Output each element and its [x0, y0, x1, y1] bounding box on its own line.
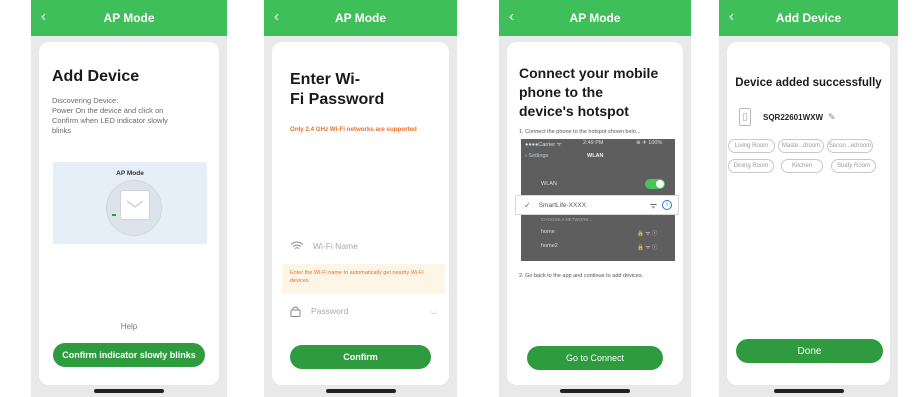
- info-icon: i: [662, 200, 672, 210]
- step-one-text: 1. Connect the phone to the hotspot show…: [519, 129, 641, 135]
- device-illustration: AP Mode: [53, 162, 207, 244]
- room-chip-kitchen[interactable]: Kitchen: [781, 159, 823, 173]
- instruction-line: Discovering Device:: [52, 96, 119, 105]
- password-placeholder: Password: [311, 306, 349, 316]
- top-bar: ‹ AP Mode: [499, 0, 691, 36]
- home-indicator: [94, 389, 164, 393]
- home-indicator: [773, 389, 844, 393]
- content-card: Device added successfully SQR22601WXW ✎ …: [727, 42, 890, 385]
- edit-pencil-icon[interactable]: ✎: [828, 112, 836, 123]
- wlan-toggle-knob: [656, 180, 664, 188]
- screen-connect-hotspot: ‹ AP Mode Connect your mobile phone to t…: [499, 0, 691, 397]
- network-home2-signal-icon: 🔒 ᯤ ⓘ: [637, 245, 658, 251]
- warning-text: Only 2.4 GHz Wi-Fi networks are supporte…: [290, 126, 417, 133]
- choose-network-label: CHOOSE A NETWORK...: [541, 217, 593, 222]
- page-heading: Connect your mobile phone to the device'…: [519, 64, 658, 121]
- password-field[interactable]: Password ◡: [290, 303, 437, 319]
- page-heading: Device added successfully: [735, 77, 882, 89]
- heading-line: Connect your mobile: [519, 65, 659, 81]
- heading-line: Enter Wi-: [290, 71, 361, 88]
- home-indicator: [325, 389, 396, 393]
- confirm-button[interactable]: Confirm: [290, 345, 431, 369]
- device-circle-icon: [106, 180, 162, 236]
- instruction-line: blinks: [52, 126, 72, 135]
- network-home2: home2: [541, 243, 558, 249]
- device-name: SQR22601WXW: [763, 112, 824, 122]
- device-box-icon: [120, 190, 150, 220]
- top-bar: ‹ AP Mode: [31, 0, 227, 36]
- room-chip-master-bedroom[interactable]: Maste...droom: [778, 139, 824, 153]
- hotspot-network-name: SmartLife-XXXX: [538, 201, 587, 209]
- done-button[interactable]: Done: [736, 339, 883, 363]
- room-chip-living-room[interactable]: Living Room: [728, 139, 775, 153]
- home-indicator: [560, 389, 630, 393]
- status-time: 2:49 PM: [583, 140, 604, 146]
- room-chip-second-bedroom[interactable]: Secon...edroom: [827, 139, 873, 153]
- back-chevron-icon[interactable]: ‹: [274, 8, 279, 25]
- instruction-text: Discovering Device: Power On the device …: [52, 96, 217, 136]
- wifi-hint-box: Enter the Wi-Fi name to automatically ge…: [282, 264, 445, 294]
- wifi-name-field[interactable]: Wi-Fi Name: [290, 238, 437, 254]
- wifi-signal-icon: ᯤ: [649, 200, 657, 210]
- screen-wifi-password: ‹ AP Mode Enter Wi- Fi Password Only 2.4…: [264, 0, 457, 397]
- highlighted-network-row: ✓ SmartLife-XXXX ᯤ i: [515, 195, 679, 215]
- content-card: Enter Wi- Fi Password Only 2.4 GHz Wi-Fi…: [272, 42, 449, 385]
- back-chevron-icon[interactable]: ‹: [509, 8, 514, 25]
- room-chip-dining-room[interactable]: Dining Room: [728, 159, 774, 173]
- content-card: Connect your mobile phone to the device'…: [507, 42, 683, 385]
- heading-line: phone to the: [519, 84, 603, 100]
- go-to-connect-button[interactable]: Go to Connect: [527, 346, 663, 370]
- settings-back-chevron-icon: ‹: [525, 153, 527, 159]
- confirm-blinks-button[interactable]: Confirm indicator slowly blinks: [53, 343, 205, 367]
- page-heading: Enter Wi- Fi Password: [290, 70, 384, 110]
- content-card: Add Device Discovering Device: Power On …: [39, 42, 219, 385]
- screen-add-device: ‹ AP Mode Add Device Discovering Device:…: [31, 0, 227, 397]
- instruction-line: Power On the device and click on: [52, 106, 164, 115]
- top-bar: ‹ AP Mode: [264, 0, 457, 36]
- lock-icon: [290, 306, 301, 317]
- screen-title: AP Mode: [569, 11, 621, 25]
- page-heading: Add Device: [52, 68, 140, 85]
- wifi-name-placeholder: Wi-Fi Name: [313, 241, 358, 251]
- settings-back-label: Settings: [528, 153, 549, 159]
- hide-password-eye-icon[interactable]: ◡: [431, 307, 437, 315]
- device-row: SQR22601WXW ✎: [739, 108, 836, 126]
- screen-device-added: ‹ Add Device Device added successfully S…: [719, 0, 898, 397]
- network-home-signal-icon: 🔒 ᯤ ⓘ: [637, 231, 658, 237]
- top-bar: ‹ Add Device: [719, 0, 898, 36]
- status-bar: ●●●●Carrier ᯤ 2:49 PM ⊕ ✈ 100%: [521, 139, 675, 148]
- back-chevron-icon[interactable]: ‹: [41, 8, 46, 25]
- illustration-label: AP Mode: [116, 170, 144, 177]
- status-battery: ⊕ ✈ 100%: [636, 140, 663, 146]
- screen-title: AP Mode: [103, 11, 155, 25]
- screen-title: Add Device: [775, 11, 842, 25]
- heading-line: device's hotspot: [519, 103, 629, 119]
- wifi-icon: [290, 241, 304, 249]
- step-two-text: 2. Go back to the app and continue to ad…: [519, 273, 644, 279]
- network-home: home: [541, 229, 555, 235]
- wlan-toggle: [645, 179, 665, 189]
- heading-line: Fi Password: [290, 91, 385, 108]
- screen-title: AP Mode: [334, 11, 387, 25]
- room-chip-study-room[interactable]: Study Room: [831, 159, 876, 173]
- wifi-hint-text: Enter the Wi-Fi name to automatically ge…: [290, 270, 424, 284]
- settings-back-link: ‹ Settings: [525, 153, 548, 159]
- settings-title: WLAN: [587, 153, 604, 159]
- checkmark-icon: ✓: [524, 200, 531, 210]
- help-link[interactable]: Help: [39, 322, 219, 331]
- status-carrier: ●●●●Carrier ᯤ: [525, 142, 562, 148]
- switch-device-icon: [739, 108, 751, 126]
- back-chevron-icon[interactable]: ‹: [729, 8, 734, 25]
- instruction-line: Confirm when LED indicator slowly: [52, 116, 168, 125]
- wlan-label: WLAN: [541, 181, 557, 187]
- led-indicator-icon: [112, 214, 116, 216]
